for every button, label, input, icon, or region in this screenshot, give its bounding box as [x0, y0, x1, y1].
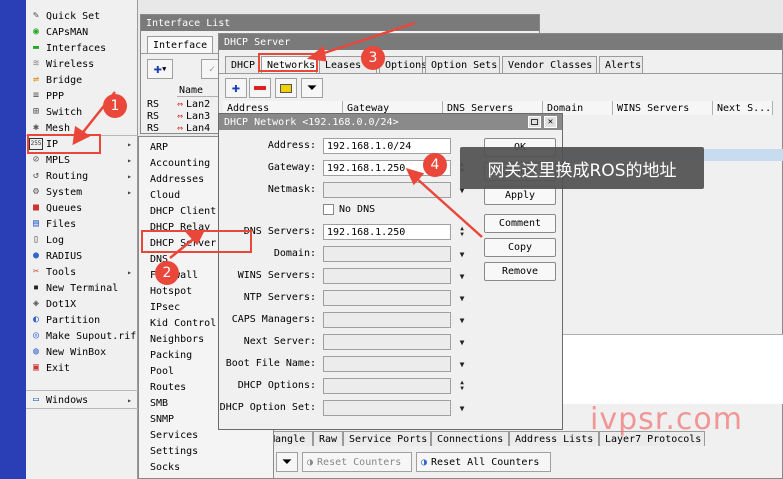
step-badge-2: 2 — [155, 261, 179, 285]
step-badge-4: 4 — [423, 153, 447, 177]
step-badge-1: 1 — [103, 94, 127, 118]
annotation-note: 网关这里换成ROS的地址 — [460, 147, 704, 189]
arrow-2 — [169, 236, 197, 259]
arrow-3-head — [306, 45, 327, 62]
step-badge-3: 3 — [361, 46, 385, 70]
watermark: ivpsr.com — [590, 402, 743, 437]
